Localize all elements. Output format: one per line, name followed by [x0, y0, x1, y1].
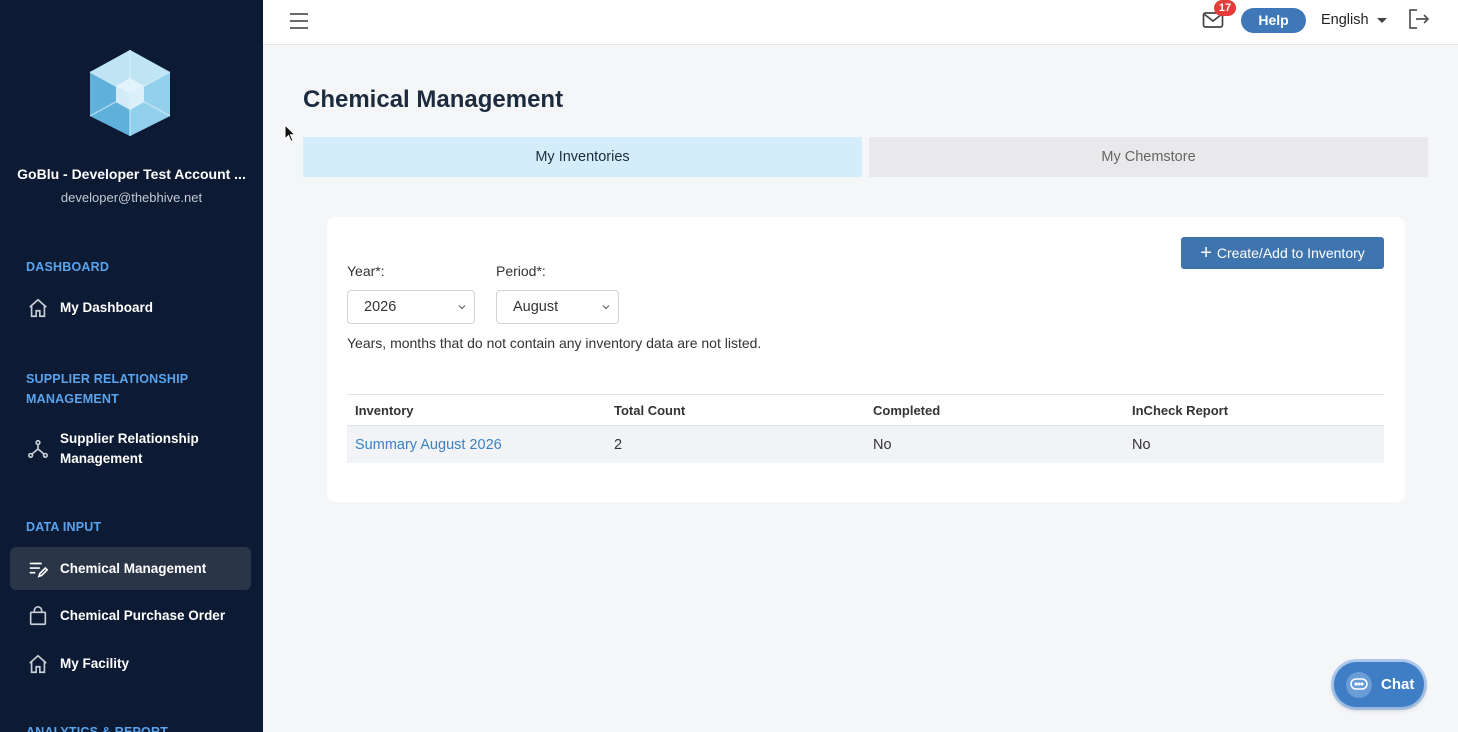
year-value: 2026 — [364, 299, 397, 315]
filter-hint: Years, months that do not contain any in… — [347, 335, 762, 351]
sidebar-item-my-dashboard[interactable]: My Dashboard — [10, 288, 251, 328]
period-label: Period*: — [496, 263, 546, 279]
year-label: Year*: — [347, 263, 385, 279]
chat-label: Chat — [1381, 676, 1415, 693]
hamburger-menu-icon[interactable] — [289, 12, 309, 30]
top-bar: 17 Help English — [263, 0, 1458, 45]
create-add-inventory-button[interactable]: + Create/Add to Inventory — [1181, 237, 1384, 269]
home-icon — [26, 652, 50, 676]
sidebar-item-label: Chemical Purchase Order — [60, 608, 226, 623]
home-icon — [26, 296, 50, 320]
total-count-cell: 2 — [614, 436, 623, 453]
sidebar-item-label: Chemical Management — [60, 560, 207, 576]
account-name: GoBlu - Developer Test Account ... — [17, 166, 246, 182]
chevron-down-icon — [458, 305, 466, 310]
tab-my-inventories[interactable]: My Inventories — [303, 137, 862, 177]
section-heading-supplier: SUPPLIER RELATIONSHIP MANAGEMENT — [26, 372, 189, 406]
column-header-inventory: Inventory — [355, 402, 414, 418]
column-header-total-count: Total Count — [614, 402, 686, 418]
goblu-logo — [89, 50, 171, 136]
period-select[interactable]: August — [496, 290, 619, 324]
year-select[interactable]: 2026 — [347, 290, 475, 324]
sidebar: GoBlu - Developer Test Account ... devel… — [0, 0, 263, 732]
section-heading-dashboard: DASHBOARD — [26, 260, 110, 274]
tab-my-chemstore[interactable]: My Chemstore — [869, 137, 1428, 177]
incheck-report-cell: No — [1132, 436, 1151, 453]
notification-badge: 17 — [1214, 0, 1236, 16]
inventory-table: Inventory Total Count Completed InCheck … — [347, 394, 1384, 463]
network-icon — [26, 437, 50, 461]
sidebar-item-label: Supplier Relationship Management — [60, 431, 199, 466]
table-row: Summary August 2026 2 No No — [347, 426, 1384, 463]
table-header: Inventory Total Count Completed InCheck … — [347, 395, 1384, 426]
section-heading-analytics: ANALYTICS & REPORT — [26, 725, 169, 732]
inventory-link[interactable]: Summary August 2026 — [355, 437, 502, 453]
sidebar-item-supplier-relationship[interactable]: Supplier Relationship Management — [10, 428, 251, 470]
period-value: August — [513, 299, 559, 315]
sidebar-item-label: My Dashboard — [60, 300, 154, 315]
plus-icon: + — [1200, 242, 1212, 264]
sidebar-item-label: My Facility — [60, 656, 130, 671]
page-title: Chemical Management — [303, 86, 564, 113]
section-heading-data-input: DATA INPUT — [26, 520, 102, 534]
column-header-completed: Completed — [873, 402, 941, 418]
edit-list-icon — [26, 557, 50, 581]
language-selector[interactable]: English — [1321, 12, 1387, 28]
mouse-cursor-icon — [284, 124, 296, 143]
column-header-incheck-report: InCheck Report — [1132, 402, 1229, 418]
chevron-down-icon — [602, 305, 610, 310]
caret-down-icon — [1376, 17, 1387, 23]
chat-button[interactable]: Chat — [1334, 662, 1424, 707]
logout-icon[interactable] — [1407, 8, 1431, 30]
language-label: English — [1321, 12, 1369, 28]
create-button-label: Create/Add to Inventory — [1216, 245, 1365, 261]
help-button[interactable]: Help — [1241, 8, 1306, 33]
account-email: developer@thebhive.net — [60, 190, 203, 205]
completed-cell: No — [873, 436, 892, 453]
sidebar-item-my-facility[interactable]: My Facility — [10, 644, 251, 684]
inventory-card: + Create/Add to Inventory Year*: 2026 Pe… — [327, 217, 1405, 502]
sidebar-item-chemical-purchase-order[interactable]: Chemical Purchase Order — [10, 596, 251, 636]
chat-bubble-icon — [1346, 671, 1372, 698]
sidebar-item-chemical-management[interactable]: Chemical Management — [10, 547, 251, 590]
shopping-bag-icon — [26, 604, 50, 628]
